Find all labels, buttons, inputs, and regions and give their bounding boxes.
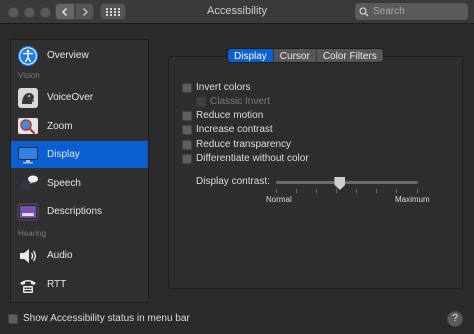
contrast-max-label: Maximum bbox=[395, 195, 430, 204]
reduce-transparency-option[interactable]: Reduce transparency bbox=[182, 138, 291, 151]
sidebar-item-label: Overview bbox=[47, 50, 89, 61]
rtt-icon bbox=[20, 279, 36, 293]
menu-bar-status-option[interactable]: Show Accessibility status in menu bar bbox=[8, 313, 190, 324]
sidebar-group-vision: Vision bbox=[18, 71, 40, 80]
differentiate-without-color-option[interactable]: Differentiate without color bbox=[182, 152, 309, 165]
slider-tick bbox=[276, 189, 277, 193]
sidebar-item-zoom[interactable]: Zoom bbox=[11, 113, 148, 140]
classic-invert-option[interactable]: Classic Invert bbox=[196, 95, 270, 108]
invert-colors-option[interactable]: Invert colors bbox=[182, 81, 250, 94]
option-label: Increase contrast bbox=[196, 124, 273, 135]
descriptions-icon bbox=[17, 203, 39, 220]
sidebar-item-label: Descriptions bbox=[47, 206, 103, 217]
sidebar-item-descriptions[interactable]: Descriptions bbox=[11, 198, 148, 225]
search-input[interactable] bbox=[373, 6, 463, 17]
accessibility-icon bbox=[18, 45, 38, 66]
option-label: Reduce motion bbox=[196, 110, 264, 121]
speech-icon bbox=[20, 175, 38, 190]
menu-bar-status-checkbox[interactable] bbox=[8, 313, 18, 324]
tab-color-filters[interactable]: Color Filters bbox=[317, 49, 383, 62]
speaker-icon bbox=[20, 248, 36, 263]
sidebar-item-label: Zoom bbox=[47, 121, 73, 132]
sidebar-item-label: Speech bbox=[47, 178, 81, 189]
tab-cursor[interactable]: Cursor bbox=[274, 49, 317, 62]
sidebar-item-overview[interactable]: Overview bbox=[11, 42, 148, 69]
reduce-transparency-checkbox[interactable] bbox=[182, 139, 192, 150]
increase-contrast-option[interactable]: Increase contrast bbox=[182, 123, 273, 136]
sidebar-item-label: RTT bbox=[47, 279, 67, 290]
display-contrast-slider[interactable] bbox=[276, 181, 418, 184]
help-button[interactable]: ? bbox=[447, 311, 463, 327]
search-field[interactable] bbox=[355, 3, 468, 20]
sidebar-item-display[interactable]: Display bbox=[11, 141, 148, 168]
sidebar-item-audio[interactable]: Audio bbox=[11, 242, 148, 269]
slider-tick bbox=[336, 189, 337, 193]
sidebar: Overview Vision VoiceOver Zoom Display S… bbox=[10, 39, 149, 303]
invert-colors-checkbox[interactable] bbox=[182, 82, 192, 93]
voiceover-icon bbox=[18, 87, 38, 108]
menu-bar-status-label: Show Accessibility status in menu bar bbox=[23, 313, 190, 324]
classic-invert-checkbox[interactable] bbox=[196, 96, 206, 107]
slider-tick bbox=[376, 189, 377, 193]
tab-display[interactable]: Display bbox=[228, 49, 274, 62]
option-label: Reduce transparency bbox=[196, 139, 292, 150]
slider-tick bbox=[356, 189, 357, 193]
reduce-motion-checkbox[interactable] bbox=[182, 110, 192, 121]
contrast-min-label: Normal bbox=[266, 195, 292, 204]
sidebar-item-speech[interactable]: Speech bbox=[11, 170, 148, 197]
zoom-icon bbox=[18, 117, 38, 134]
tab-bar: Display Cursor Color Filters bbox=[227, 48, 384, 63]
sidebar-item-rtt[interactable]: RTT bbox=[11, 271, 148, 298]
sidebar-group-hearing: Hearing bbox=[18, 229, 47, 238]
sidebar-item-label: Audio bbox=[47, 250, 73, 261]
sidebar-item-label: Display bbox=[47, 149, 80, 160]
slider-tick bbox=[417, 189, 418, 193]
option-label: Invert colors bbox=[196, 82, 251, 93]
increase-contrast-checkbox[interactable] bbox=[182, 124, 192, 135]
sidebar-item-label: VoiceOver bbox=[47, 92, 94, 103]
slider-tick bbox=[316, 189, 317, 193]
slider-tick bbox=[296, 189, 297, 193]
display-contrast-label: Display contrast: bbox=[196, 176, 270, 187]
title-bar: Accessibility bbox=[0, 0, 474, 24]
option-label: Differentiate without color bbox=[196, 153, 309, 164]
sidebar-item-voiceover[interactable]: VoiceOver bbox=[11, 84, 148, 111]
option-label: Classic Invert bbox=[210, 96, 271, 107]
slider-tick bbox=[396, 189, 397, 193]
differentiate-without-color-checkbox[interactable] bbox=[182, 153, 192, 164]
search-icon bbox=[359, 6, 369, 16]
reduce-motion-option[interactable]: Reduce motion bbox=[182, 109, 263, 122]
display-icon bbox=[18, 146, 38, 163]
